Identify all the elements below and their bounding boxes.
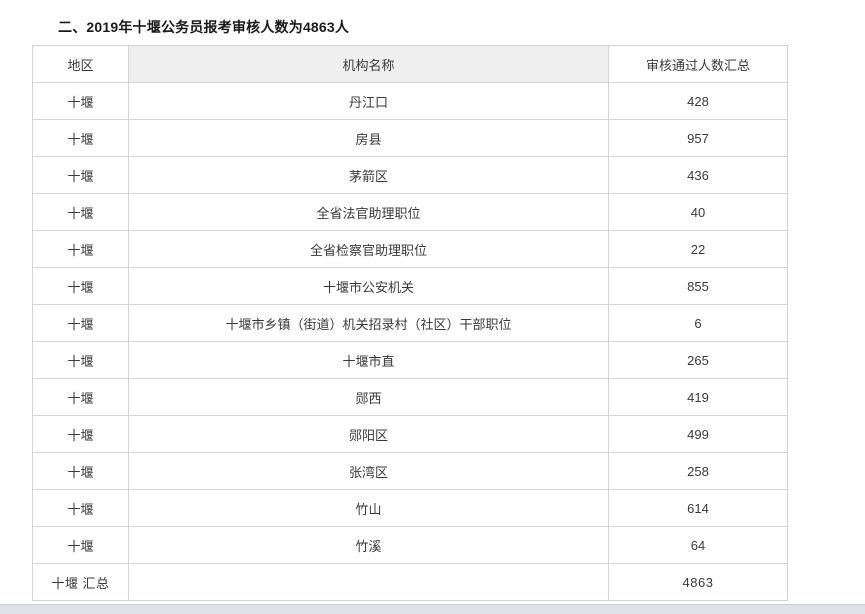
table-row: 十堰 竹山 614 xyxy=(32,489,788,527)
table-body: 十堰 丹江口 428 十堰 房县 957 十堰 茅箭区 436 十堰 全省法官助理职位 40 十堰 全省检… xyxy=(32,82,788,601)
cell-region: 十堰 xyxy=(32,526,129,564)
cell-region: 十堰 xyxy=(32,82,129,120)
table-row: 十堰 张湾区 258 xyxy=(32,452,788,490)
cell-region: 十堰 xyxy=(32,304,129,342)
cell-region: 十堰 xyxy=(32,267,129,305)
page-root: 二、2019年十堰公务员报考审核人数为4863人 地区 机构名称 审核通过人数汇… xyxy=(0,0,865,614)
table-row: 十堰 房县 957 xyxy=(32,119,788,157)
cell-count: 855 xyxy=(608,267,788,305)
cell-count: 436 xyxy=(608,156,788,194)
cell-count: 428 xyxy=(608,82,788,120)
cell-org: 竹溪 xyxy=(128,526,609,564)
cell-org: 房县 xyxy=(128,119,609,157)
cell-region: 十堰 xyxy=(32,119,129,157)
cell-org: 郧阳区 xyxy=(128,415,609,453)
cell-count: 40 xyxy=(608,193,788,231)
cell-org: 竹山 xyxy=(128,489,609,527)
cell-count: 258 xyxy=(608,452,788,490)
cell-region: 十堰 xyxy=(32,193,129,231)
column-header-count: 审核通过人数汇总 xyxy=(608,45,788,83)
table-container: 地区 机构名称 审核通过人数汇总 十堰 丹江口 428 十堰 房县 957 十堰 茅箭区 436… xyxy=(32,45,788,601)
table-row: 十堰 十堰市直 265 xyxy=(32,341,788,379)
cell-region: 十堰 xyxy=(32,341,129,379)
cell-count: 957 xyxy=(608,119,788,157)
cell-org: 十堰市乡镇（街道）机关招录村（社区）干部职位 xyxy=(128,304,609,342)
cell-count: 64 xyxy=(608,526,788,564)
cell-region: 十堰 xyxy=(32,452,129,490)
cell-org: 十堰市直 xyxy=(128,341,609,379)
cell-org: 丹江口 xyxy=(128,82,609,120)
table-row: 十堰 全省检察官助理职位 22 xyxy=(32,230,788,268)
cell-org: 郧西 xyxy=(128,378,609,416)
table-row: 十堰 竹溪 64 xyxy=(32,526,788,564)
cell-count: 614 xyxy=(608,489,788,527)
total-org-blank xyxy=(128,563,609,601)
column-header-region: 地区 xyxy=(32,45,129,83)
table-row: 十堰 茅箭区 436 xyxy=(32,156,788,194)
cell-count: 265 xyxy=(608,341,788,379)
audit-summary-table: 地区 机构名称 审核通过人数汇总 十堰 丹江口 428 十堰 房县 957 十堰 茅箭区 436… xyxy=(32,45,788,601)
cell-count: 22 xyxy=(608,230,788,268)
page-title: 二、2019年十堰公务员报考审核人数为4863人 xyxy=(58,19,350,35)
cell-org: 全省法官助理职位 xyxy=(128,193,609,231)
table-row: 十堰 郧西 419 xyxy=(32,378,788,416)
table-header-row: 地区 机构名称 审核通过人数汇总 xyxy=(32,45,788,83)
table-header: 地区 机构名称 审核通过人数汇总 xyxy=(32,45,788,83)
total-count: 4863 xyxy=(608,563,788,601)
table-row: 十堰 郧阳区 499 xyxy=(32,415,788,453)
cell-region: 十堰 xyxy=(32,378,129,416)
bottom-band xyxy=(0,604,865,614)
cell-count: 499 xyxy=(608,415,788,453)
cell-org: 全省检察官助理职位 xyxy=(128,230,609,268)
cell-count: 419 xyxy=(608,378,788,416)
cell-region: 十堰 xyxy=(32,489,129,527)
cell-region: 十堰 xyxy=(32,230,129,268)
cell-org: 茅箭区 xyxy=(128,156,609,194)
cell-org: 十堰市公安机关 xyxy=(128,267,609,305)
table-row: 十堰 十堰市公安机关 855 xyxy=(32,267,788,305)
table-row: 十堰 十堰市乡镇（街道）机关招录村（社区）干部职位 6 xyxy=(32,304,788,342)
column-header-org: 机构名称 xyxy=(128,45,609,83)
cell-count: 6 xyxy=(608,304,788,342)
cell-region: 十堰 xyxy=(32,415,129,453)
cell-region: 十堰 xyxy=(32,156,129,194)
table-total-row: 十堰 汇总 4863 xyxy=(32,563,788,601)
table-row: 十堰 丹江口 428 xyxy=(32,82,788,120)
cell-org: 张湾区 xyxy=(128,452,609,490)
table-row: 十堰 全省法官助理职位 40 xyxy=(32,193,788,231)
total-label: 十堰 汇总 xyxy=(32,563,129,601)
